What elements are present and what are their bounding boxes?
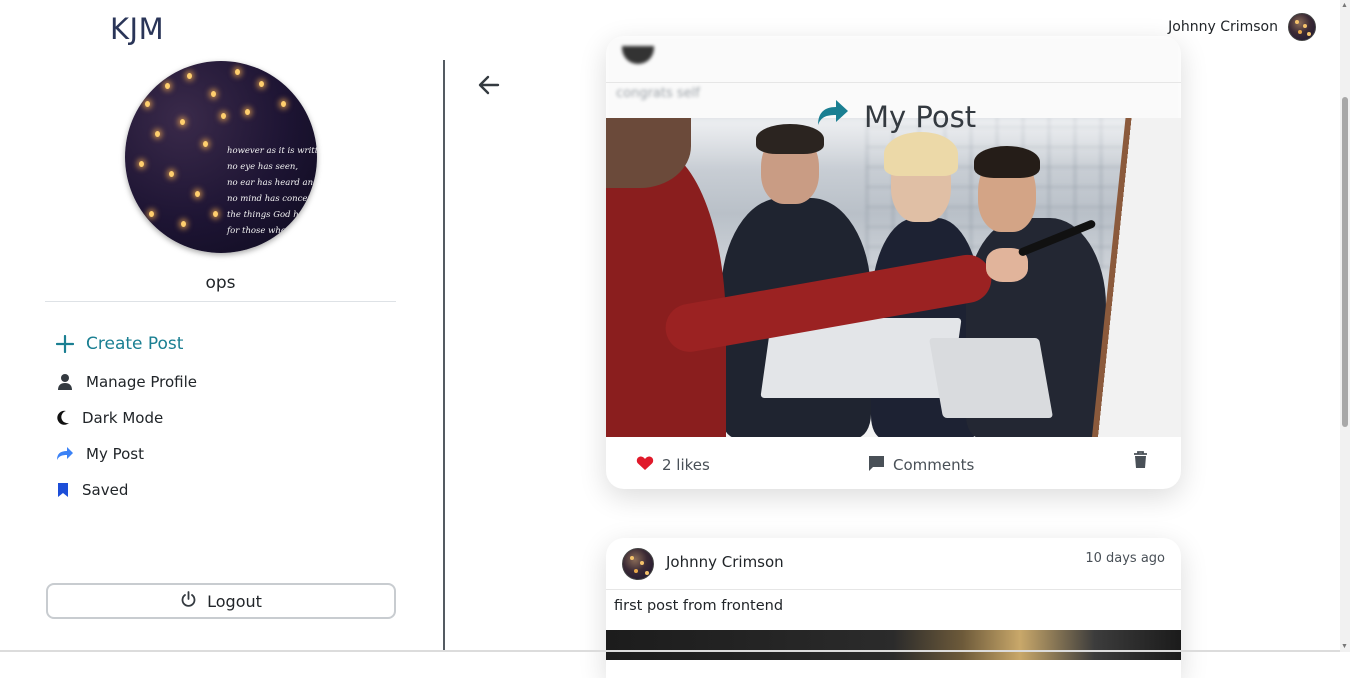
heart-icon xyxy=(636,455,654,475)
user-icon xyxy=(56,373,74,391)
back-arrow-icon[interactable] xyxy=(476,72,502,98)
post-image[interactable] xyxy=(606,118,1181,437)
post-timestamp: 10 days ago xyxy=(1085,551,1165,566)
sidebar-item-label: Create Post xyxy=(86,334,184,354)
scroll-up-icon[interactable]: ▲ xyxy=(1341,2,1348,9)
profile-picture: however as it is written no eye has seen… xyxy=(125,61,317,253)
comments-label: Comments xyxy=(893,456,975,474)
profile-picture-quote: however as it is written no eye has seen… xyxy=(227,146,317,236)
post-image[interactable] xyxy=(606,630,1181,660)
plus-icon xyxy=(56,335,74,353)
sidebar-item-label: Dark Mode xyxy=(82,409,164,427)
post-caption-blurred: congrats self xyxy=(616,86,700,101)
scroll-thumb[interactable] xyxy=(1342,97,1348,427)
page-title-text: My Post xyxy=(864,99,977,134)
author-name[interactable]: Johnny Crimson xyxy=(666,553,784,571)
sidebar-item-label: My Post xyxy=(86,445,144,463)
sidebar-item-my-post[interactable]: My Post xyxy=(56,436,197,472)
share-arrow-icon xyxy=(56,445,74,463)
sidebar-nav: Create Post Manage Profile Dark Mode My … xyxy=(56,324,197,508)
user-name[interactable]: Johnny Crimson xyxy=(1168,19,1278,35)
user-menu[interactable]: Johnny Crimson xyxy=(1168,13,1316,41)
post-card: Johnny Crimson 10 days ago first post fr… xyxy=(606,538,1181,678)
profile-name: ops xyxy=(45,273,396,302)
scroll-down-icon[interactable]: ▼ xyxy=(1341,643,1348,650)
sidebar-item-create-post[interactable]: Create Post xyxy=(56,324,197,364)
comment-icon xyxy=(868,455,885,475)
sidebar: however as it is written no eye has seen… xyxy=(0,60,445,652)
like-button[interactable]: 2 likes xyxy=(636,455,710,475)
comments-button[interactable]: Comments xyxy=(868,455,974,475)
page-title: My Post xyxy=(816,98,976,135)
page-scrollbar[interactable]: ▲ ▼ xyxy=(1340,0,1350,652)
power-icon xyxy=(180,590,197,612)
trash-icon[interactable] xyxy=(1133,451,1148,473)
likes-count: 2 likes xyxy=(662,456,710,474)
logout-button[interactable]: Logout xyxy=(46,583,396,619)
post-text: first post from frontend xyxy=(614,598,784,614)
moon-icon xyxy=(56,409,70,427)
share-arrow-icon xyxy=(816,98,850,135)
logout-label: Logout xyxy=(207,591,262,611)
user-avatar[interactable] xyxy=(1288,13,1316,41)
brand-logo[interactable]: KJM xyxy=(110,12,164,46)
sidebar-item-dark-mode[interactable]: Dark Mode xyxy=(56,400,197,436)
sidebar-item-label: Saved xyxy=(82,481,129,499)
post-actions: 2 likes Comments xyxy=(606,437,1181,489)
bookmark-icon xyxy=(56,481,70,499)
post-header: Johnny Crimson 10 days ago xyxy=(606,538,1181,590)
sidebar-item-manage-profile[interactable]: Manage Profile xyxy=(56,364,197,400)
author-avatar[interactable] xyxy=(622,548,654,580)
sidebar-item-saved[interactable]: Saved xyxy=(56,472,197,508)
sidebar-item-label: Manage Profile xyxy=(86,373,197,391)
